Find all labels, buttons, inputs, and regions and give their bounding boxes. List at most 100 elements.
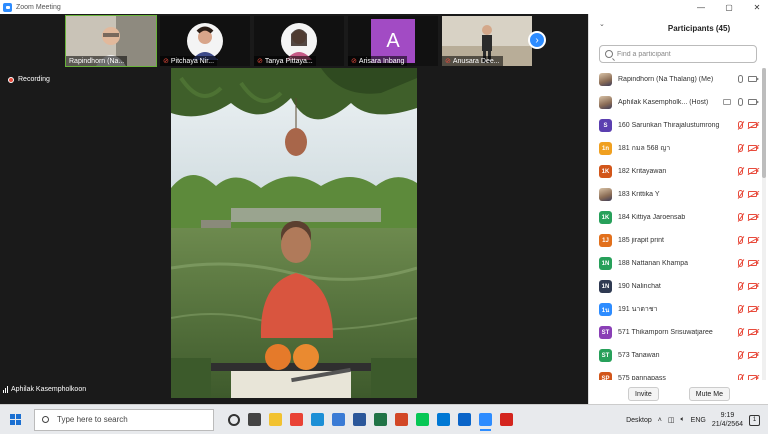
participant-name: 184 Kittiya Jaroensab <box>618 214 686 221</box>
participant-row[interactable]: 1N 188 Nattanan Khampa <box>589 252 761 275</box>
desktop-label[interactable]: Desktop <box>626 417 652 424</box>
scrollbar-thumb[interactable] <box>762 68 766 178</box>
cortana-icon[interactable] <box>228 413 240 426</box>
mail-icon[interactable] <box>458 413 471 426</box>
photos-icon[interactable] <box>437 413 450 426</box>
mic-off-icon[interactable] <box>738 167 743 175</box>
gallery-tile[interactable]: ⊘ Tanya Pittaya... <box>254 16 344 66</box>
notification-center-icon[interactable]: 1 <box>749 414 760 426</box>
gallery-tile[interactable]: Rapindhorn (Na... <box>65 15 157 67</box>
tile-name-bar: ⊘ Pitchaya Nir... <box>160 56 218 66</box>
zoom-logo-icon <box>3 2 12 12</box>
muted-mic-icon: ⊘ <box>351 58 357 65</box>
camera-icon[interactable] <box>748 99 759 105</box>
line-icon[interactable] <box>416 413 429 426</box>
acrobat-icon[interactable] <box>500 413 513 426</box>
participant-name: Rapindhorn (Na Thalang) (Me) <box>618 76 714 83</box>
camera-off-icon[interactable] <box>748 191 759 197</box>
mic-off-icon[interactable] <box>738 282 743 290</box>
mic-off-icon[interactable] <box>738 144 743 152</box>
camera-off-icon[interactable] <box>748 168 759 174</box>
tile-name: Anusara Dee... <box>452 57 500 65</box>
close-button[interactable]: ✕ <box>752 3 762 12</box>
participant-name: Aphilak Kasempholk... (Host) <box>618 99 709 106</box>
camera-off-icon[interactable] <box>748 375 759 380</box>
speaker-icon[interactable]: 🔈︎ <box>680 416 684 424</box>
participant-row[interactable]: 1n 181 กมล 568 ญา <box>589 137 761 160</box>
chrome-icon[interactable] <box>290 413 303 426</box>
task-view-icon[interactable] <box>248 413 261 426</box>
participant-row[interactable]: 183 Krittika Y <box>589 183 761 206</box>
camera-off-icon[interactable] <box>748 352 759 358</box>
excel-icon[interactable] <box>374 413 387 426</box>
mic-off-icon[interactable] <box>738 213 743 221</box>
mic-off-icon[interactable] <box>738 259 743 267</box>
gallery-strip: Rapindhorn (Na... ⊘ Pitchaya Nir... ⊘ Tanya … <box>65 15 532 67</box>
file-explorer-icon[interactable] <box>269 413 282 426</box>
language-indicator[interactable]: ENG <box>691 417 706 424</box>
participant-row[interactable]: Aphilak Kasempholk... (Host) <box>589 91 761 114</box>
camera-off-icon[interactable] <box>748 283 759 289</box>
participant-row[interactable]: S 160 Sarunkan Thirajalustumrong <box>589 114 761 137</box>
powerpoint-icon[interactable] <box>395 413 408 426</box>
camera-off-icon[interactable] <box>748 145 759 151</box>
participant-avatar: 1n <box>599 142 612 155</box>
participant-search-input[interactable] <box>617 50 747 58</box>
participant-row[interactable]: Rapindhorn (Na Thalang) (Me) <box>589 68 761 91</box>
mute-me-button[interactable]: Mute Me <box>688 387 730 401</box>
invite-button[interactable]: Invite <box>628 387 659 401</box>
participant-row[interactable]: 1J 185 jirapit print <box>589 229 761 252</box>
mic-icon[interactable] <box>738 75 743 83</box>
camera-icon[interactable] <box>748 76 759 82</box>
clock[interactable]: 9:19 21/4/2564 <box>712 411 743 429</box>
participant-avatar <box>599 73 612 86</box>
participant-name: 160 Sarunkan Thirajalustumrong <box>618 122 720 129</box>
tile-name: Pitchaya Nir... <box>170 57 215 65</box>
participant-row[interactable]: ST 573 Tanawan <box>589 344 761 367</box>
mic-off-icon[interactable] <box>738 328 743 336</box>
network-icon[interactable]: ◫ <box>668 416 675 424</box>
muted-mic-icon: ⊘ <box>445 58 451 65</box>
participant-row[interactable]: 1K 182 Kritayawan <box>589 160 761 183</box>
windows-start-icon[interactable] <box>10 413 22 426</box>
recording-indicator: Recording <box>8 76 50 83</box>
camera-off-icon[interactable] <box>748 329 759 335</box>
chevron-up-icon[interactable]: ˄ <box>658 417 662 424</box>
participants-panel: ⌄ Participants (45) Rapindhorn (Na Thala… <box>588 14 768 404</box>
mic-off-icon[interactable] <box>738 190 743 198</box>
next-page-button[interactable]: › <box>528 31 546 49</box>
mic-off-icon[interactable] <box>738 374 743 380</box>
word-icon[interactable] <box>353 413 366 426</box>
video-area: Rapindhorn (Na... ⊘ Pitchaya Nir... ⊘ Tanya … <box>0 14 588 404</box>
mic-off-icon[interactable] <box>738 351 743 359</box>
participant-avatar: 1N <box>599 257 612 270</box>
camera-off-icon[interactable] <box>748 260 759 266</box>
participant-name: 185 jirapit print <box>618 237 664 244</box>
participant-row[interactable]: 1N 190 Nalinchat <box>589 275 761 298</box>
participant-row[interactable]: ST 571 Thikamporn Srisuwatjaree <box>589 321 761 344</box>
camera-off-icon[interactable] <box>748 237 759 243</box>
participant-avatar <box>599 188 612 201</box>
maximize-button[interactable]: ▢ <box>724 3 734 12</box>
participant-search-box[interactable] <box>599 45 757 63</box>
mic-icon[interactable] <box>738 98 743 106</box>
camera-off-icon[interactable] <box>748 306 759 312</box>
mic-off-icon[interactable] <box>738 121 743 129</box>
store-icon[interactable] <box>332 413 345 426</box>
participant-row[interactable]: SP 575 pannapass <box>589 367 761 380</box>
taskbar-search-box[interactable]: Type here to search <box>34 408 214 431</box>
gallery-tile[interactable]: A ⊘ Arisara Inbang <box>348 16 438 66</box>
participant-row[interactable]: 1น 191 นาตาชา <box>589 298 761 321</box>
muted-mic-icon: ⊘ <box>257 58 263 65</box>
participant-row[interactable]: 1K 184 Kittiya Jaroensab <box>589 206 761 229</box>
mic-off-icon[interactable] <box>738 305 743 313</box>
participant-list-scrollbar[interactable] <box>762 68 766 380</box>
mic-off-icon[interactable] <box>738 236 743 244</box>
gallery-tile[interactable]: ⊘ Anusara Dee... <box>442 16 532 66</box>
edge-icon[interactable] <box>311 413 324 426</box>
gallery-tile[interactable]: ⊘ Pitchaya Nir... <box>160 16 250 66</box>
camera-off-icon[interactable] <box>748 214 759 220</box>
minimize-button[interactable]: — <box>696 3 706 12</box>
camera-off-icon[interactable] <box>748 122 759 128</box>
zoom-icon[interactable] <box>479 413 492 431</box>
